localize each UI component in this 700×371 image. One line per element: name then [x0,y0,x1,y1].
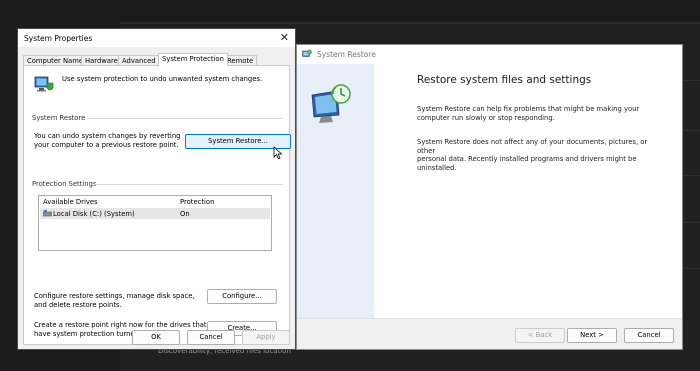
dialog-title: System Properties [24,34,93,43]
configure-description-line: and delete restore points. [34,300,122,309]
drives-list-header: Available Drives Protection [39,196,271,207]
wizard-paragraph-2: System Restore does not affect any of yo… [417,138,667,173]
wizard-paragraph-line: personal data. Recently installed progra… [417,155,637,164]
mouse-cursor-icon [273,146,283,160]
column-header-protection[interactable]: Protection [180,198,214,206]
tab-advanced[interactable]: Advanced [118,55,160,65]
list-item[interactable]: Local Disk (C:) (System) On [40,208,270,219]
wizard-paragraph-1: System Restore can help fix problems tha… [417,105,667,122]
system-properties-dialog: System Properties ✕ Computer Name Hardwa… [17,28,296,350]
restore-description-line: You can undo system changes by reverting [34,132,181,140]
back-button[interactable]: < Back [515,328,565,343]
title-bar[interactable]: System Properties ✕ [18,29,295,47]
system-restore-icon [302,49,312,57]
system-restore-wizard: System Restore Restore system files and … [296,44,683,350]
tab-system-protection[interactable]: System Protection [158,53,228,66]
wizard-side-panel [297,64,374,318]
column-header-available-drives[interactable]: Available Drives [43,198,98,206]
restore-description: You can undo system changes by reverting… [34,132,189,149]
wizard-paragraph-line: System Restore can help fix problems tha… [417,105,640,113]
ok-button[interactable]: OK [132,330,180,345]
cancel-button[interactable]: Cancel [187,330,235,345]
next-button[interactable]: Next > [567,328,617,343]
protection-settings-group-label: Protection Settings [32,180,97,188]
group-divider [94,184,283,185]
drive-icon [43,210,52,217]
apply-button[interactable]: Apply [242,330,290,345]
system-protection-page: Use system protection to undo unwanted s… [23,65,291,345]
wizard-heading: Restore system files and settings [417,74,592,86]
restore-description-line: your computer to a previous restore poin… [34,140,179,149]
group-divider [87,118,283,119]
intro-text: Use system protection to undo unwanted s… [62,75,263,83]
configure-description-line: Configure restore settings, manage disk … [34,292,195,300]
wizard-title-bar[interactable]: System Restore [297,45,682,64]
wizard-paragraph-line: System Restore does not affect any of yo… [417,138,648,155]
system-restore-art-icon [311,84,351,123]
system-restore-group-label: System Restore [32,114,86,122]
system-protection-icon [34,76,54,92]
drive-name: Local Disk (C:) (System) [53,210,135,218]
wizard-paragraph-line: uninstalled. [417,164,457,173]
background-strip [120,22,700,24]
configure-description: Configure restore settings, manage disk … [34,292,209,309]
drive-protection-status: On [180,210,190,218]
wizard-title: System Restore [317,50,376,59]
tab-remote[interactable]: Remote [223,55,258,65]
drives-list[interactable]: Available Drives Protection Local Disk (… [38,195,272,251]
tab-hardware[interactable]: Hardware [81,55,122,65]
tab-computer-name[interactable]: Computer Name [23,55,88,65]
configure-button[interactable]: Configure... [207,289,277,304]
create-description-line: Create a restore point right now for the… [34,321,207,329]
wizard-paragraph-line: computer run slowly or stop responding. [417,113,555,122]
wizard-cancel-button[interactable]: Cancel [624,328,674,343]
close-icon[interactable]: ✕ [280,31,289,44]
